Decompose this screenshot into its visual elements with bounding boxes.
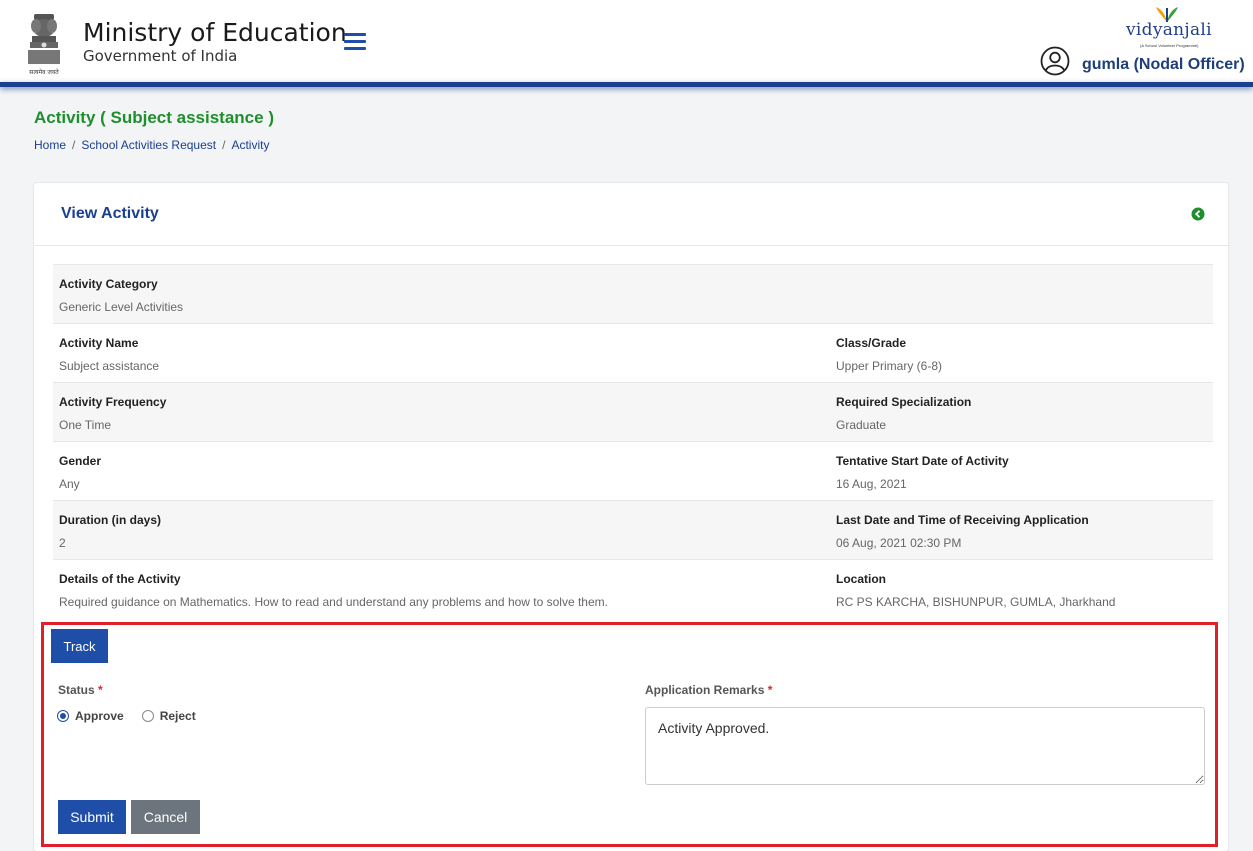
detail-row-details: Details of the Activity Required guidanc… xyxy=(53,559,1213,618)
track-button[interactable]: Track xyxy=(51,629,108,663)
required-asterisk: * xyxy=(767,683,773,697)
activity-details-label: Details of the Activity xyxy=(59,572,181,586)
status-label: Status * xyxy=(58,683,103,697)
reject-radio-label[interactable]: Reject xyxy=(160,709,196,723)
status-label-text: Status xyxy=(58,683,95,697)
logo-text: vidyanjali xyxy=(1126,20,1212,40)
class-grade-value: Upper Primary (6-8) xyxy=(836,359,943,373)
activity-name-value: Subject assistance xyxy=(59,359,160,373)
duration-label: Duration (in days) xyxy=(59,513,162,527)
required-asterisk: * xyxy=(98,683,103,697)
breadcrumb-school-activities[interactable]: School Activities Request xyxy=(81,138,216,152)
ministry-subtitle: Government of India xyxy=(83,47,238,65)
breadcrumb-home[interactable]: Home xyxy=(34,138,66,152)
hamburger-menu-icon[interactable] xyxy=(344,33,366,51)
detail-row-duration: Duration (in days) 2 Last Date and Time … xyxy=(53,500,1213,559)
activity-name-label: Activity Name xyxy=(59,336,139,350)
status-radio-group: Approve Reject xyxy=(57,709,196,723)
activity-details-value: Required guidance on Mathematics. How to… xyxy=(59,595,608,609)
activity-category-value: Generic Level Activities xyxy=(59,300,184,314)
detail-row-frequency: Activity Frequency One Time Required Spe… xyxy=(53,382,1213,441)
logo-tagline: (A School Volunteer Programme) xyxy=(1140,43,1199,48)
emblem-caption: सत्यमेव जयते xyxy=(29,68,59,76)
class-grade-label: Class/Grade xyxy=(836,336,907,350)
remarks-label-text: Application Remarks xyxy=(645,683,765,697)
activity-frequency-label: Activity Frequency xyxy=(59,395,167,409)
top-header: सत्यमेव जयते Ministry of Education Gover… xyxy=(0,0,1253,84)
activity-frequency-value: One Time xyxy=(59,418,112,432)
detail-row-gender: Gender Any Tentative Start Date of Activ… xyxy=(53,441,1213,500)
header-divider xyxy=(0,82,1253,87)
page-title: Activity ( Subject assistance ) xyxy=(34,108,274,127)
application-remarks-textarea[interactable]: Activity Approved. xyxy=(645,707,1205,785)
user-name-menu[interactable]: gumla (Nodal Officer) xyxy=(1082,56,1245,74)
last-date-label: Last Date and Time of Receiving Applicat… xyxy=(836,513,1089,527)
breadcrumb: Home / School Activities Request / Activity xyxy=(34,138,270,152)
ministry-title: Ministry of Education xyxy=(83,18,347,47)
vidyanjali-logo[interactable]: vidyanjali (A School Volunteer Programme… xyxy=(1116,6,1216,48)
duration-value: 2 xyxy=(59,536,66,550)
card-header: View Activity xyxy=(34,183,1230,246)
remarks-label: Application Remarks * xyxy=(645,683,772,697)
start-date-label: Tentative Start Date of Activity xyxy=(836,454,1009,468)
cancel-button[interactable]: Cancel xyxy=(131,800,200,834)
last-date-value: 06 Aug, 2021 02:30 PM xyxy=(836,536,962,550)
location-label: Location xyxy=(836,572,886,586)
required-specialization-value: Graduate xyxy=(836,418,887,432)
location-value: RC PS KARCHA, BISHUNPUR, GUMLA, Jharkhan… xyxy=(836,595,1116,609)
card-title: View Activity xyxy=(61,205,159,222)
national-emblem-icon: सत्यमेव जयते xyxy=(28,14,60,76)
gender-value: Any xyxy=(59,477,80,491)
approve-radio[interactable] xyxy=(57,710,69,722)
activity-category-label: Activity Category xyxy=(59,277,158,291)
detail-row-category: Activity Category Generic Level Activiti… xyxy=(53,264,1213,323)
gender-label: Gender xyxy=(59,454,102,468)
back-arrow-icon[interactable] xyxy=(1191,207,1205,221)
user-avatar-icon[interactable] xyxy=(1040,46,1070,76)
start-date-value: 16 Aug, 2021 xyxy=(836,477,907,491)
breadcrumb-activity: Activity xyxy=(231,138,270,152)
approve-radio-label[interactable]: Approve xyxy=(75,709,124,723)
detail-row-name: Activity Name Subject assistance Class/G… xyxy=(53,323,1213,382)
submit-button[interactable]: Submit xyxy=(58,800,126,834)
reject-radio[interactable] xyxy=(141,710,154,722)
required-specialization-label: Required Specialization xyxy=(836,395,972,409)
